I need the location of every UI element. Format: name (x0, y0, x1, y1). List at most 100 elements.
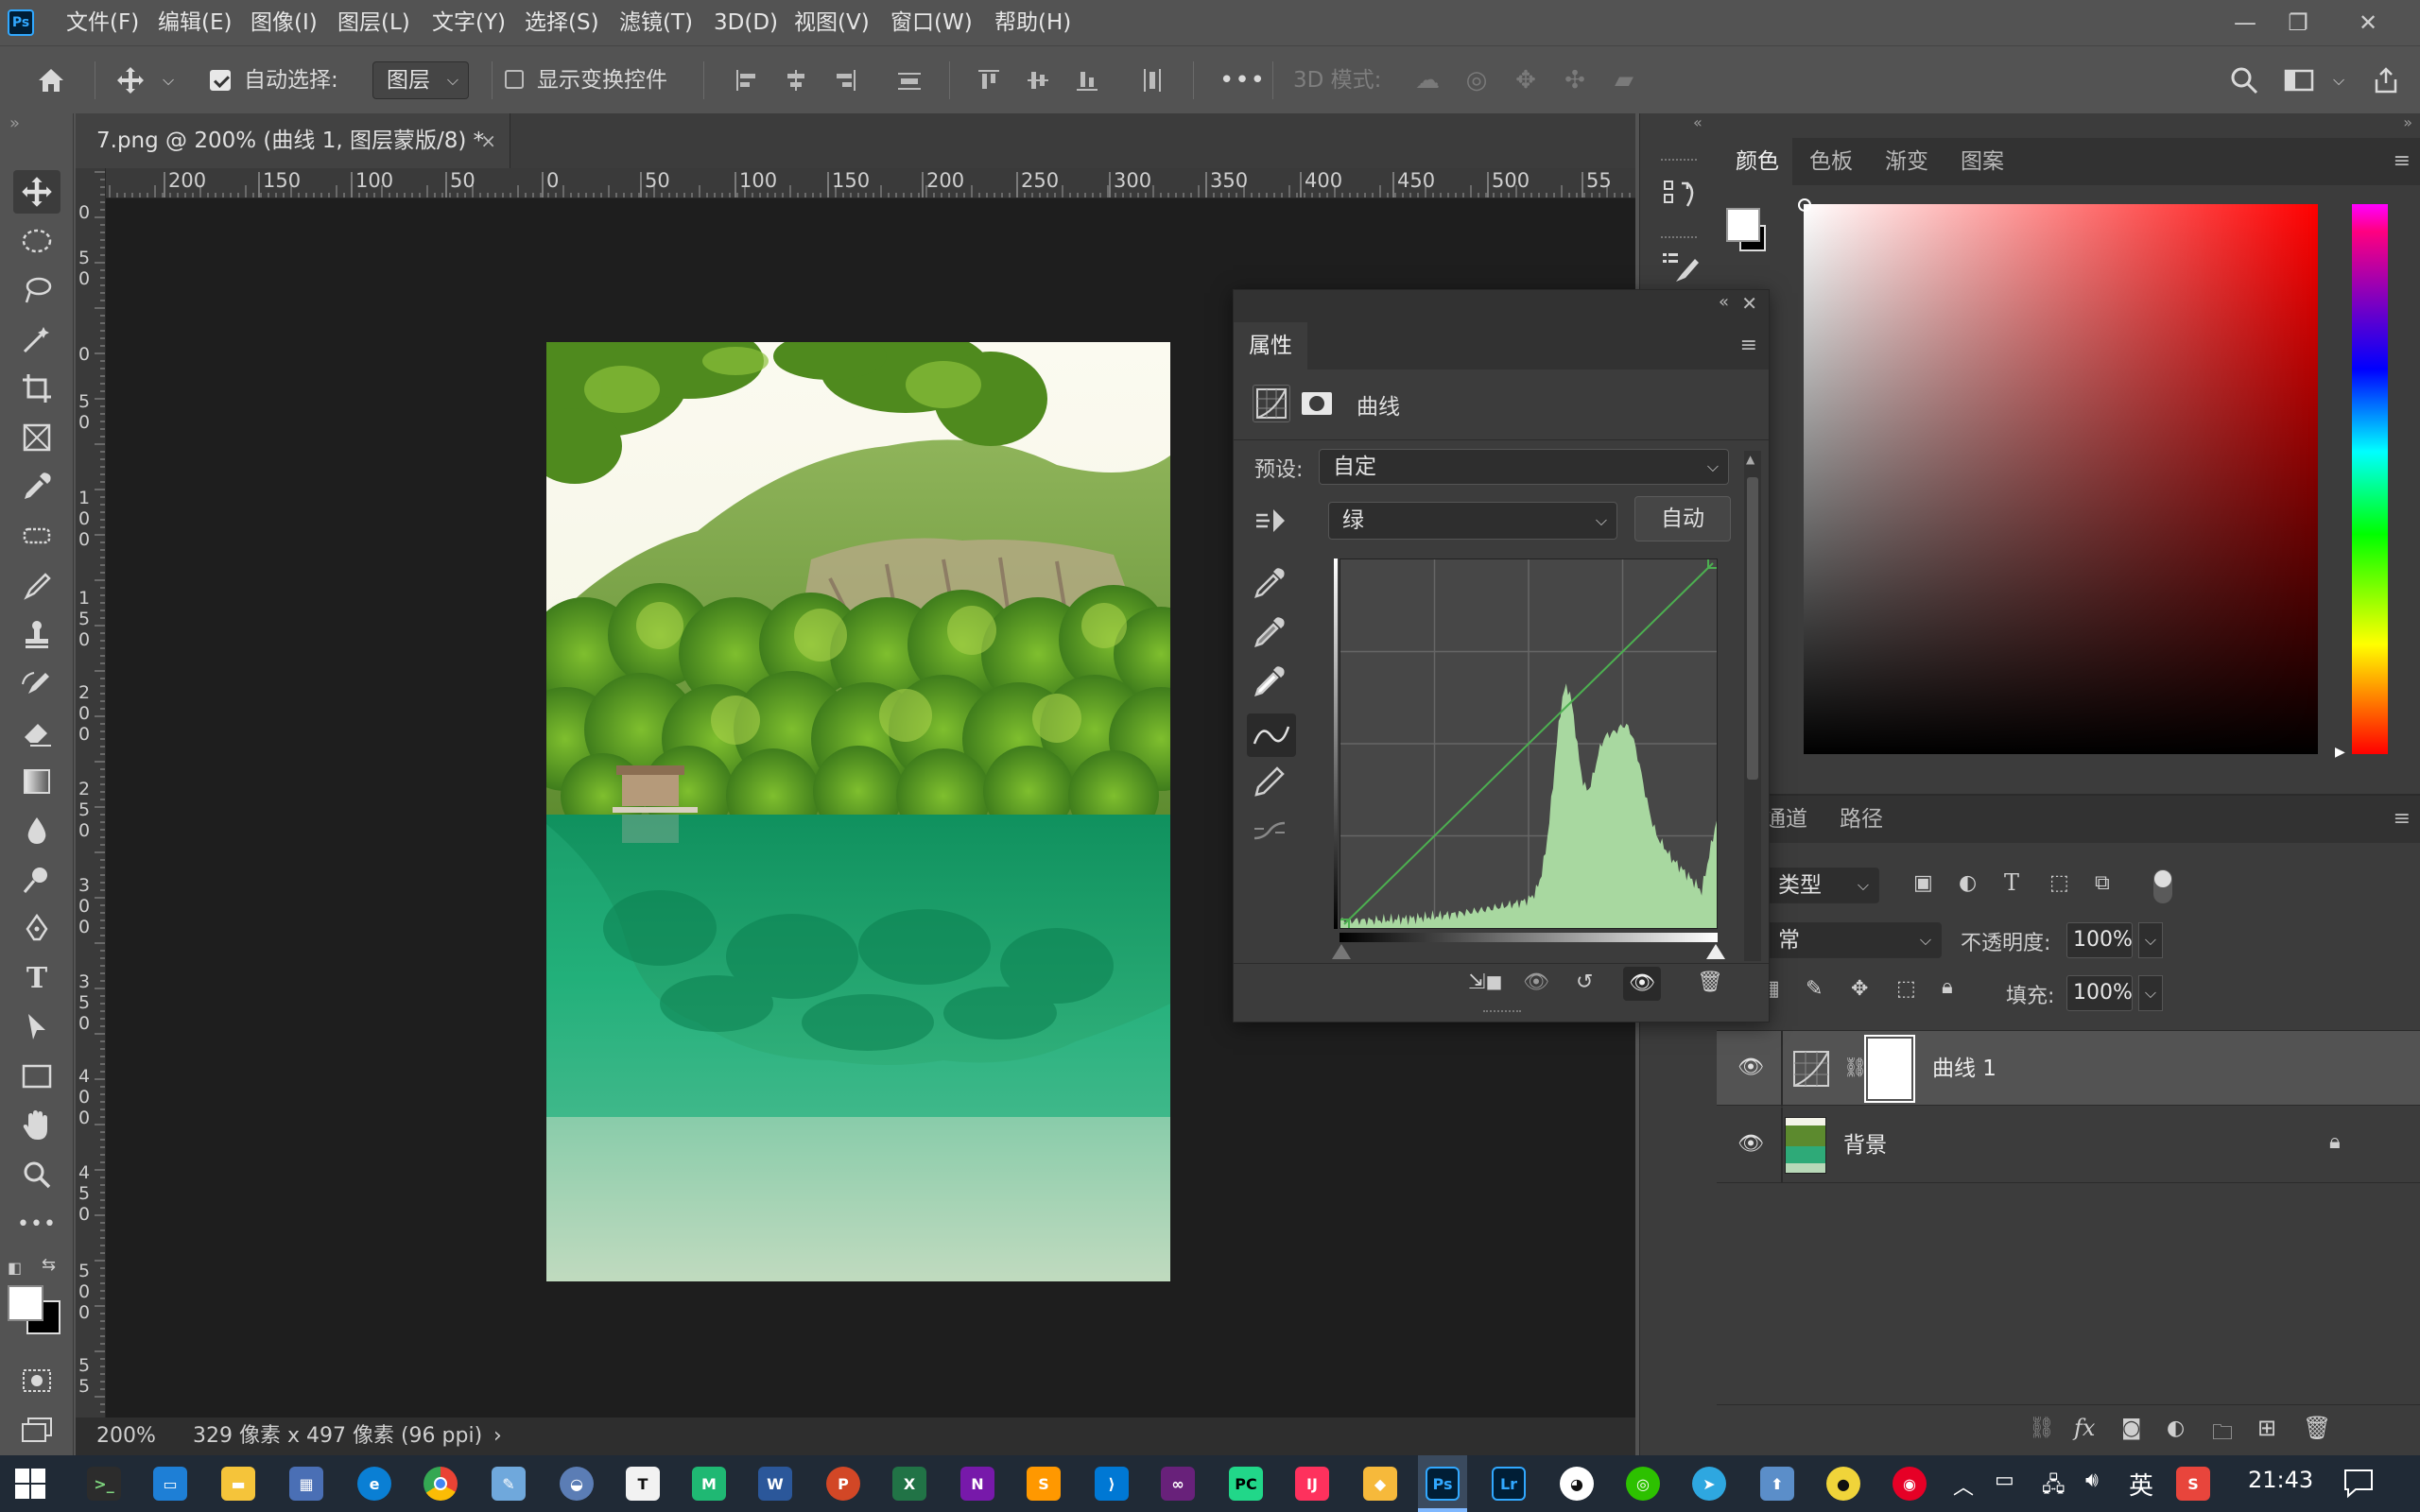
eyedropper-icon[interactable] (13, 465, 60, 508)
remote-desktop-icon[interactable]: ▭ (153, 1467, 187, 1501)
new-adjustment-icon[interactable]: ◐ (2167, 1417, 2185, 1440)
align-bottom-icon[interactable] (1070, 63, 1104, 97)
delete-layer-icon[interactable]: 🗑︎ (2303, 1415, 2331, 1441)
curve-point-tool-icon[interactable] (1247, 713, 1296, 757)
netease-music-icon[interactable]: ◉ (1893, 1467, 1927, 1501)
restore-icon[interactable]: ❐ (2274, 4, 2322, 42)
lock-artboard-icon[interactable]: ⬚ (1896, 977, 1916, 1001)
swap-colors-icon[interactable]: ⇆ (42, 1255, 56, 1275)
menu-type[interactable]: 文字(Y) (432, 0, 506, 45)
3d-slide-icon[interactable]: ✣ (1558, 63, 1592, 97)
word-icon[interactable]: W (758, 1467, 792, 1501)
notes-icon[interactable]: ✎ (492, 1467, 526, 1501)
xmind-icon[interactable]: M (692, 1467, 726, 1501)
fx-icon[interactable]: fx (2074, 1415, 2095, 1441)
layer-row-background[interactable]: 👁︎ 背景 🔒︎ (1717, 1108, 2420, 1183)
minimize-icon[interactable]: — (2221, 4, 2269, 42)
pen-icon[interactable] (13, 907, 60, 951)
white-input-slider[interactable] (1706, 944, 1725, 959)
excel-icon[interactable]: X (892, 1467, 926, 1501)
close-window-icon[interactable]: ✕ (2344, 4, 2392, 42)
tab-channels[interactable]: 通道 (1764, 796, 1807, 843)
black-point-eyedropper-icon[interactable] (1251, 564, 1292, 606)
terminal-icon[interactable]: >_ (87, 1467, 121, 1501)
onenote-icon[interactable]: N (960, 1467, 994, 1501)
dodge-icon[interactable] (13, 858, 60, 902)
chrome-icon[interactable] (424, 1467, 458, 1501)
network-icon[interactable]: 🖧︎ (2042, 1469, 2066, 1504)
lightroom-icon[interactable]: Lr (1492, 1467, 1526, 1501)
properties-titlebar[interactable] (1234, 290, 1769, 322)
3d-pan-icon[interactable]: ✥ (1509, 63, 1543, 97)
add-mask-icon[interactable]: ◙ (2121, 1417, 2141, 1440)
filter-shape-icon[interactable]: ⬚ (2049, 871, 2069, 895)
white-point-eyedropper-icon[interactable] (1251, 662, 1292, 704)
distribute-v-icon[interactable] (1134, 63, 1168, 97)
sogou-icon[interactable]: S (2176, 1467, 2210, 1501)
gray-point-eyedropper-icon[interactable] (1251, 613, 1292, 655)
gradient-icon[interactable] (13, 760, 60, 803)
share-icon[interactable] (2369, 63, 2403, 97)
layer-mask-thumbnail[interactable] (1864, 1035, 1915, 1103)
app3-icon[interactable]: ● (1826, 1467, 1860, 1501)
delete-icon[interactable]: 🗑︎ (1697, 971, 1723, 994)
notification-icon[interactable] (2342, 1467, 2375, 1499)
photoshop-taskbar-icon[interactable]: Ps (1426, 1467, 1460, 1501)
tab-paths[interactable]: 路径 (1840, 796, 1883, 843)
blend-mode-dropdown[interactable]: 常 ⌵ (1764, 922, 1942, 958)
foreground-color-swatch[interactable] (8, 1285, 43, 1321)
ime-indicator[interactable]: 英 (2129, 1467, 2153, 1502)
typora-icon[interactable]: T (626, 1467, 660, 1501)
screen-mode-icon[interactable] (13, 1408, 60, 1452)
visual-studio-icon[interactable]: ∞ (1161, 1467, 1195, 1501)
black-input-slider[interactable] (1332, 944, 1351, 959)
volume-icon[interactable]: 🔊︎ (2085, 1469, 2099, 1492)
hand-tool-icon[interactable] (13, 1104, 60, 1147)
menu-file[interactable]: 文件(F) (66, 0, 139, 45)
align-center-h-icon[interactable] (779, 63, 813, 97)
home-icon[interactable] (34, 63, 68, 97)
eye-icon[interactable]: 👁︎ (1737, 1132, 1764, 1156)
filter-adjustment-icon[interactable]: ◐ (1959, 871, 1977, 895)
eraser-icon[interactable] (13, 711, 60, 754)
filter-smartobject-icon[interactable]: ⧉ (2095, 871, 2110, 895)
magic-wand-icon[interactable] (13, 318, 60, 361)
3d-orbit-icon[interactable]: ☁ (1410, 63, 1444, 97)
toggle-visibility-icon[interactable]: 👁︎ (1623, 967, 1661, 1001)
panel-menu-icon[interactable]: ≡ (2394, 807, 2411, 831)
type-tool-icon[interactable]: T (13, 956, 60, 1000)
color-picker-handle[interactable] (1798, 198, 1811, 212)
3d-camera-icon[interactable]: ▰ (1607, 63, 1641, 97)
pencil-draw-icon[interactable] (1251, 763, 1292, 804)
menu-help[interactable]: 帮助(H) (994, 0, 1071, 45)
layer-filter-dropdown[interactable]: 类型 ⌵ (1764, 868, 1879, 903)
on-image-adjust-icon[interactable] (1253, 502, 1290, 540)
auto-select-checkbox[interactable] (210, 70, 231, 91)
collapse-icon[interactable]: « (1693, 113, 1703, 131)
collapse-icon[interactable]: » (2403, 113, 2412, 131)
lock-all-icon[interactable]: 🔒︎ (1942, 975, 1953, 999)
crop-icon[interactable] (13, 367, 60, 410)
default-colors-icon[interactable]: ◧ (8, 1259, 22, 1277)
move-tool-icon[interactable] (13, 170, 60, 214)
more-options-icon[interactable]: ••• (1219, 63, 1266, 97)
filter-type-icon[interactable]: T (2004, 869, 2019, 896)
close-tab-icon[interactable]: × (480, 113, 496, 168)
file-explorer-icon[interactable]: ▬ (221, 1467, 255, 1501)
menu-edit[interactable]: 编辑(E) (158, 0, 232, 45)
windows-start-icon[interactable] (15, 1469, 45, 1499)
battery-icon[interactable]: ▭ (1995, 1469, 2014, 1492)
fill-dropdown-icon[interactable]: ⌵ (2138, 975, 2163, 1011)
show-transform-checkbox[interactable] (505, 70, 524, 89)
link-layers-icon[interactable]: ⛓︎ (2029, 1417, 2055, 1440)
tray-expand-icon[interactable]: ︿ (1953, 1470, 1974, 1501)
menu-window[interactable]: 窗口(W) (890, 0, 973, 45)
qq-icon[interactable]: ◕ (1560, 1467, 1594, 1501)
layer-name[interactable]: 背景 (1843, 1108, 1887, 1183)
fill-input[interactable]: 100% (2066, 975, 2133, 1011)
intellij-icon[interactable]: IJ (1295, 1467, 1329, 1501)
link-icon[interactable]: ⛓︎ (1843, 1056, 1867, 1078)
auto-select-dropdown[interactable]: 图层 ⌵ (372, 61, 469, 99)
reset-icon[interactable]: ↺ (1576, 971, 1593, 994)
menu-view[interactable]: 视图(V) (794, 0, 870, 45)
